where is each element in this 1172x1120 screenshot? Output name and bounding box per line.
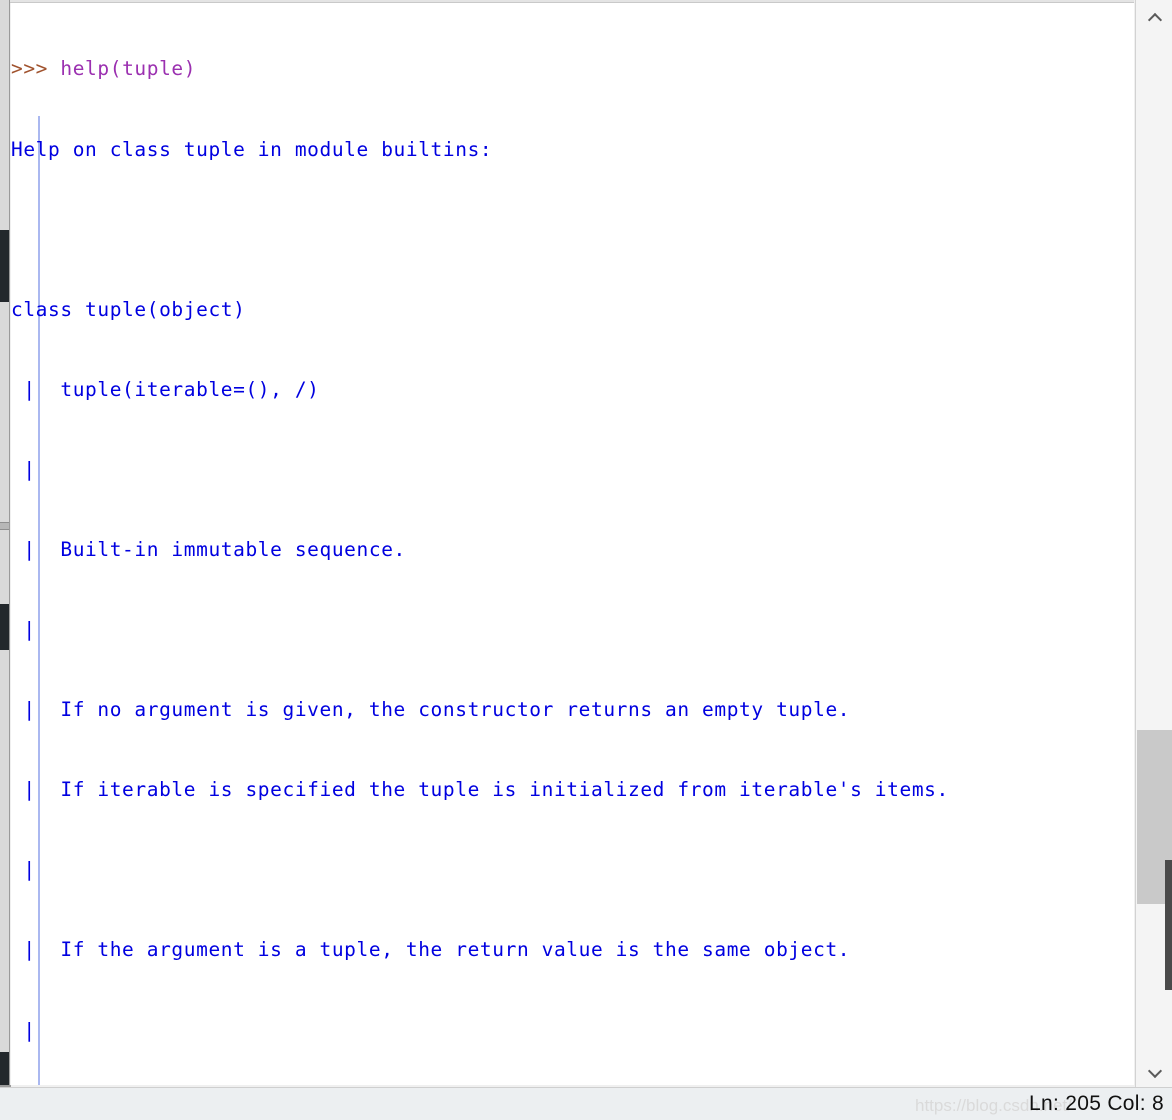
background-dark-block bbox=[0, 230, 9, 302]
shell-prompt-line: >>> help(tuple) bbox=[11, 56, 1134, 83]
shell-line: Help on class tuple in module builtins: bbox=[11, 137, 493, 161]
shell-line: | bbox=[11, 858, 36, 882]
chevron-up-icon bbox=[1149, 14, 1162, 22]
background-window-strip bbox=[0, 0, 10, 1087]
cursor-position-indicator: Ln: 205 Col: 8 bbox=[1029, 1092, 1164, 1115]
command-token: help(tuple) bbox=[60, 57, 197, 81]
background-window-scroll-edge bbox=[1165, 860, 1172, 990]
chevron-down-icon bbox=[1149, 1065, 1162, 1073]
shell-line: | If no argument is given, the construct… bbox=[11, 698, 851, 722]
background-dark-block bbox=[0, 604, 9, 650]
scroll-down-button[interactable] bbox=[1137, 1051, 1172, 1087]
shell-line: | bbox=[11, 457, 36, 481]
shell-line: | bbox=[11, 1018, 36, 1042]
scrollbar-track[interactable] bbox=[1137, 36, 1172, 730]
shell-text-area[interactable]: >>> help(tuple) Help on class tuple in m… bbox=[11, 3, 1134, 1085]
shell-output-lines: >>> help(tuple) Help on class tuple in m… bbox=[11, 3, 1134, 1085]
vertical-scrollbar[interactable] bbox=[1135, 0, 1172, 1087]
shell-line: | If the argument is a tuple, the return… bbox=[11, 938, 851, 962]
shell-line: | If iterable is specified the tuple is … bbox=[11, 778, 949, 802]
prompt-token: >>> bbox=[11, 57, 49, 81]
shell-line: | bbox=[11, 618, 36, 642]
background-scroll-tick bbox=[0, 522, 9, 530]
shell-line: class tuple(object) bbox=[11, 297, 246, 321]
background-dark-block bbox=[0, 1052, 9, 1087]
shell-line: | Built-in immutable sequence. bbox=[11, 537, 406, 561]
idle-shell-window: >>> help(tuple) Help on class tuple in m… bbox=[0, 0, 1172, 1120]
status-bar: https://blog.csdn.net/ Ln: 205 Col: 8 bbox=[0, 1087, 1172, 1120]
shell-line: | tuple(iterable=(), /) bbox=[11, 377, 320, 401]
scroll-up-button[interactable] bbox=[1137, 0, 1172, 36]
